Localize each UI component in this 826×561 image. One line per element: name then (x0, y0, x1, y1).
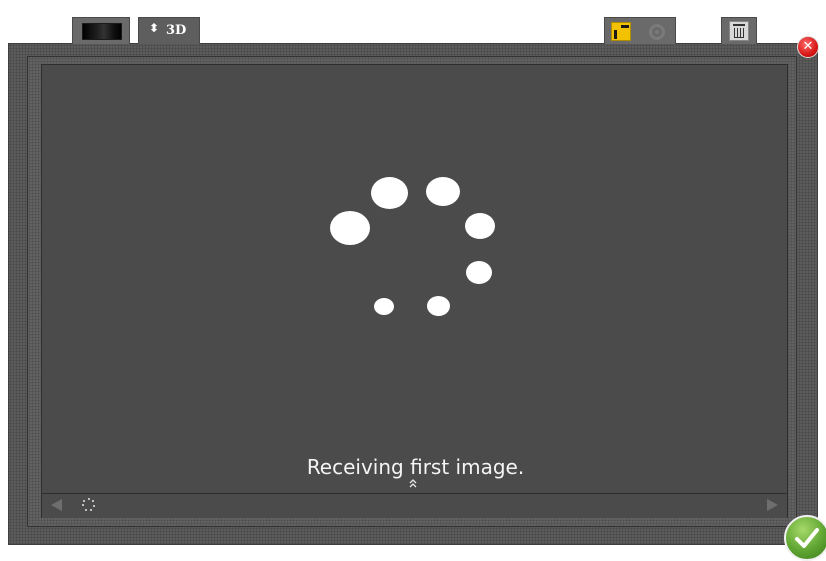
spinner-dot (426, 177, 460, 206)
checkmark-icon (795, 528, 819, 548)
confirm-button[interactable] (784, 515, 826, 561)
close-icon: ✕ (802, 39, 814, 54)
up-down-arrows-icon: ⬍ (149, 21, 160, 35)
panel-layout-icon[interactable] (611, 22, 631, 41)
arrow-right-icon[interactable] (767, 499, 778, 511)
navigation-bar (42, 493, 787, 518)
tab-3d-view[interactable]: ⬍ 3D (138, 17, 200, 44)
toolbar-tab (604, 17, 676, 44)
arrow-left-icon[interactable] (51, 499, 62, 511)
image-viewport[interactable]: Receiving first image. (41, 64, 788, 518)
tab-3d-label: 3D (166, 23, 187, 38)
status-message: Receiving first image. (306, 455, 525, 479)
trash-tab (721, 17, 757, 44)
spinner-dot (330, 211, 370, 245)
double-chevron-up-icon[interactable] (409, 479, 417, 491)
loading-spinner-icon (42, 65, 789, 495)
image-thumbnail-icon (82, 23, 122, 40)
close-button[interactable]: ✕ (797, 36, 819, 58)
spinner-dot (466, 261, 492, 284)
mini-loading-spinner-icon (82, 498, 96, 512)
spinner-dot (465, 213, 495, 239)
spinner-dot (371, 177, 408, 209)
trash-icon[interactable] (729, 21, 749, 41)
spinner-dot (427, 296, 450, 316)
rotate-icon[interactable] (649, 24, 665, 40)
spinner-dot (374, 298, 394, 315)
tab-2d-view[interactable] (72, 17, 130, 44)
